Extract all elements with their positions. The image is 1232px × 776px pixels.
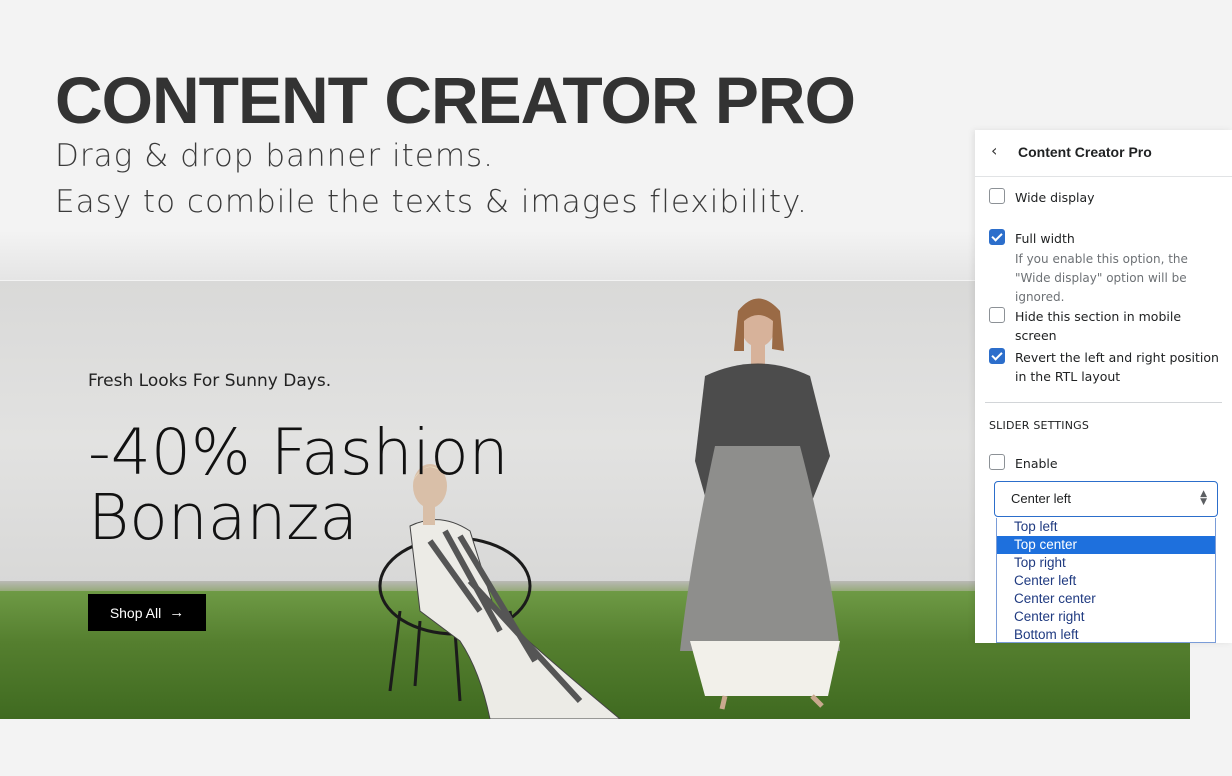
arrow-right-icon: → [169, 604, 185, 621]
full-width-help-text: If you enable this option, the "Wide dis… [1015, 252, 1188, 304]
slider-settings-heading: SLIDER SETTINGS [989, 419, 1090, 432]
panel-title: Content Creator Pro [1018, 144, 1152, 160]
dropdown-option-center-left[interactable]: Center left [997, 572, 1215, 590]
banner-photo-models [378, 298, 840, 719]
dropdown-option-top-left[interactable]: Top left [997, 518, 1215, 536]
dropdown-option-top-right[interactable]: Top right [997, 554, 1215, 572]
hide-mobile-label: Hide this section in mobile screen [1015, 309, 1182, 343]
dropdown-option-center-center[interactable]: Center center [997, 590, 1215, 608]
shop-all-button[interactable]: Shop All → [88, 594, 206, 631]
dropdown-option-top-center[interactable]: Top center [997, 536, 1215, 554]
full-width-label: Full width [1015, 231, 1075, 246]
settings-panel: ‹ Content Creator Pro Wide display Full … [975, 130, 1232, 643]
dropdown-option-center-right[interactable]: Center right [997, 608, 1215, 626]
rtl-revert-label: Revert the left and right position in th… [1015, 350, 1219, 384]
position-select[interactable]: Center left ▲ ▼ [994, 481, 1218, 517]
hero-subtitle-line-2: Easy to combile the texts & images flexi… [55, 184, 808, 220]
wide-display-checkbox[interactable] [989, 188, 1005, 204]
slider-enable-label: Enable [1015, 456, 1058, 471]
hero-title: CONTENT CREATOR PRO [55, 63, 856, 137]
chevron-left-icon[interactable]: ‹ [991, 142, 1009, 160]
position-dropdown: Top left Top center Top right Center lef… [996, 518, 1216, 643]
banner-headline-line-1: -40% Fashion [88, 416, 509, 489]
shop-all-label: Shop All [109, 604, 162, 621]
select-arrows-icon: ▲ ▼ [1200, 489, 1207, 507]
hero-subtitle-line-1: Drag & drop banner items. [55, 138, 495, 174]
seated-model-dress [409, 519, 621, 719]
rtl-revert-checkbox[interactable] [989, 348, 1005, 364]
wide-display-label: Wide display [1015, 190, 1095, 205]
banner-kicker: Fresh Looks For Sunny Days. [88, 371, 332, 391]
dropdown-option-bottom-left[interactable]: Bottom left [997, 626, 1215, 642]
hide-mobile-checkbox[interactable] [989, 307, 1005, 323]
full-width-checkbox[interactable] [989, 229, 1005, 245]
slider-enable-checkbox[interactable] [989, 454, 1005, 470]
banner-headline-line-2: Bonanza [88, 481, 358, 554]
position-select-value: Center left [1011, 491, 1071, 506]
panel-header: ‹ Content Creator Pro [975, 130, 1232, 177]
divider [985, 402, 1222, 403]
